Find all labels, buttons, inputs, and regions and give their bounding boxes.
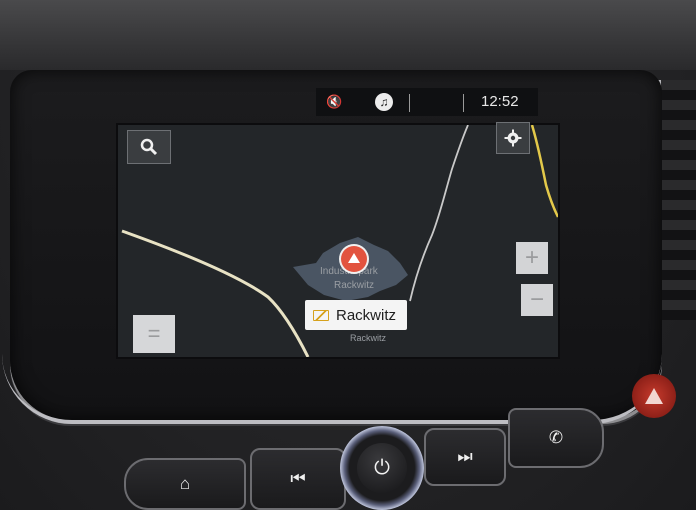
home-icon: ⌂	[179, 474, 191, 493]
air-vent	[658, 80, 696, 320]
envelope-icon	[313, 309, 329, 321]
settings-button[interactable]	[496, 122, 530, 154]
hazard-button[interactable]	[632, 374, 676, 418]
magnifier-icon	[140, 138, 158, 156]
clock: 12:52	[481, 93, 519, 110]
home-button[interactable]: ⌂	[124, 458, 246, 510]
skip-forward-icon: ⏭	[457, 447, 473, 466]
previous-track-button[interactable]: ⏮	[250, 448, 346, 510]
current-position-icon	[341, 246, 367, 272]
zoom-out-button[interactable]: −	[521, 284, 553, 316]
road-edge	[530, 125, 558, 218]
search-button[interactable]	[127, 130, 171, 164]
road-secondary	[409, 125, 469, 302]
status-divider	[409, 94, 410, 112]
area-label-line2: Rackwitz	[334, 280, 375, 291]
dashboard-top-panel	[0, 0, 696, 70]
zoom-in-button[interactable]: +	[516, 242, 548, 274]
music-note-icon[interactable]: ♫	[375, 93, 393, 111]
skip-back-icon: ⏮	[290, 469, 306, 488]
phone-icon: ✆	[548, 428, 564, 447]
location-label: Rackwitz	[336, 306, 397, 324]
speaker-muted-icon[interactable]: 🔇	[326, 94, 342, 110]
next-track-button[interactable]: ⏭	[424, 428, 506, 486]
status-divider	[463, 94, 464, 112]
hazard-triangle-icon	[645, 388, 663, 404]
phone-button[interactable]: ✆	[508, 408, 604, 468]
current-location-chip[interactable]: Rackwitz	[305, 300, 407, 330]
power-volume-knob[interactable]: ⏻	[340, 426, 424, 510]
menu-button[interactable]: =	[133, 315, 175, 353]
power-button[interactable]: ⏻	[357, 443, 407, 493]
power-icon: ⏻	[374, 456, 390, 479]
gear-icon	[504, 129, 522, 147]
area-label-below: Rackwitz	[350, 333, 387, 343]
